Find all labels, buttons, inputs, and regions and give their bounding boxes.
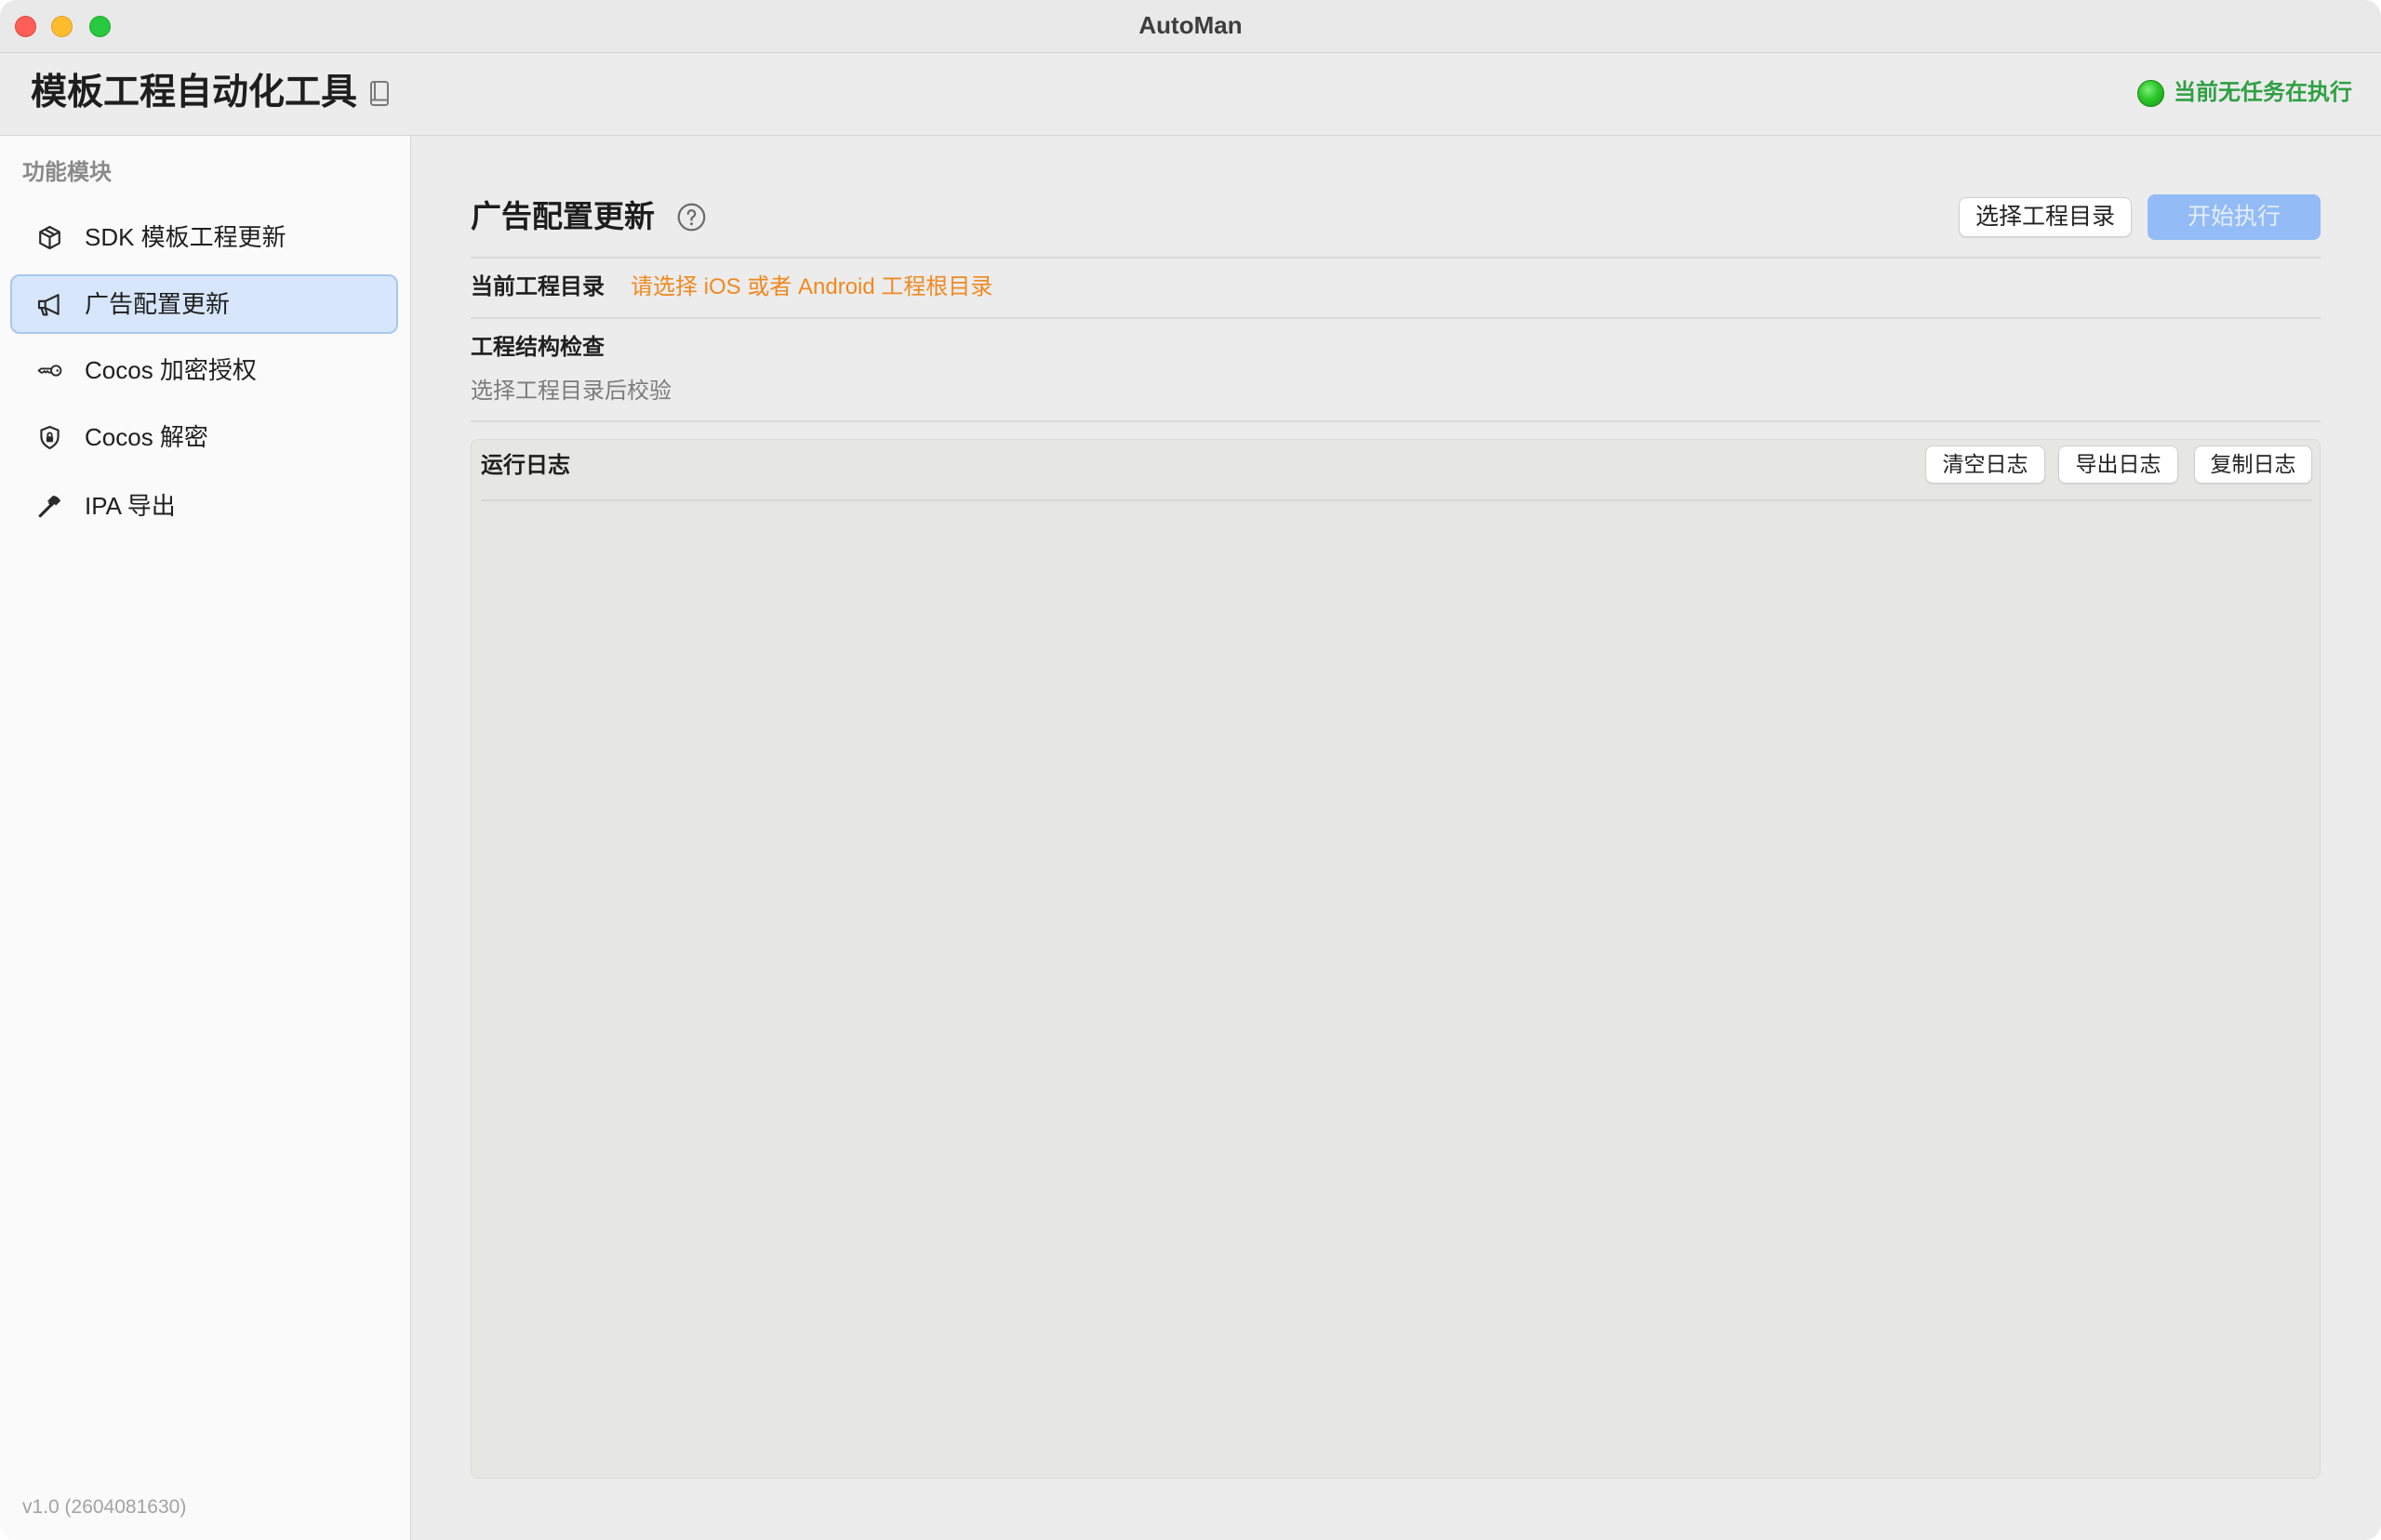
divider [471, 317, 2321, 319]
copy-log-button[interactable]: 复制日志 [2194, 445, 2312, 484]
page-title: 广告配置更新 [471, 199, 655, 233]
divider [471, 420, 2321, 422]
hammer-icon [38, 496, 60, 518]
current-dir-label: 当前工程目录 [471, 274, 605, 299]
export-log-button[interactable]: 导出日志 [2058, 445, 2178, 484]
window-title: AutoMan [1138, 11, 1243, 39]
sidebar-item-label: SDK 模板工程更新 [85, 223, 286, 251]
app-window: AutoMan 模板工程自动化工具 当前无任务在执行 功能模块 SDK 模板工程… [0, 0, 2381, 1540]
book-icon[interactable] [369, 80, 390, 107]
sidebar-item-label: IPA 导出 [85, 492, 176, 520]
log-content-area[interactable] [472, 502, 2319, 1477]
sidebar-item-cocos-encrypt-license[interactable]: Cocos 加密授权 [10, 340, 398, 400]
current-dir-value: 请选择 iOS 或者 Android 工程根目录 [631, 274, 993, 299]
version-label: v1.0 (2604081630) [22, 1496, 187, 1518]
log-divider [481, 499, 2312, 501]
start-execution-button[interactable]: 开始执行 [2148, 194, 2321, 240]
log-title: 运行日志 [481, 453, 570, 478]
main-panel: 广告配置更新 选择工程目录 开始执行 当前工程目录 请选择 iOS 或者 And… [411, 136, 2381, 1540]
structure-check-hint: 选择工程目录后校验 [471, 378, 672, 404]
status-indicator-icon [2137, 80, 2164, 107]
clear-log-button[interactable]: 清空日志 [1925, 445, 2045, 484]
sidebar-section-label: 功能模块 [22, 160, 112, 185]
sidebar-item-sdk-template-update[interactable]: SDK 模板工程更新 [10, 207, 398, 267]
task-status-text: 当前无任务在执行 [2174, 80, 2352, 105]
sidebar-item-label: Cocos 加密授权 [85, 356, 257, 384]
cube-icon [39, 225, 60, 250]
sidebar-item-label: 广告配置更新 [85, 290, 231, 318]
sidebar-item-ipa-export[interactable]: IPA 导出 [10, 476, 398, 536]
sidebar-item-ad-config-update[interactable]: 广告配置更新 [10, 274, 398, 334]
help-icon[interactable] [676, 202, 707, 232]
megaphone-icon [37, 294, 60, 316]
sidebar-item-label: Cocos 解密 [85, 423, 208, 451]
log-panel: 运行日志 清空日志 导出日志 复制日志 [471, 439, 2321, 1479]
key-icon [37, 365, 62, 377]
title-bar[interactable]: AutoMan [0, 0, 2381, 53]
choose-project-dir-button[interactable]: 选择工程目录 [1959, 197, 2132, 237]
sidebar-item-cocos-decrypt[interactable]: Cocos 解密 [10, 407, 398, 467]
structure-check-label: 工程结构检查 [471, 335, 605, 360]
lock-shield-icon [40, 425, 60, 450]
app-title: 模板工程自动化工具 [31, 73, 358, 113]
divider [471, 257, 2321, 259]
app-header: 模板工程自动化工具 当前无任务在执行 [0, 53, 2381, 136]
sidebar: 功能模块 SDK 模板工程更新 广告配置更新 Cocos 加密授权 Cocos … [0, 136, 411, 1540]
